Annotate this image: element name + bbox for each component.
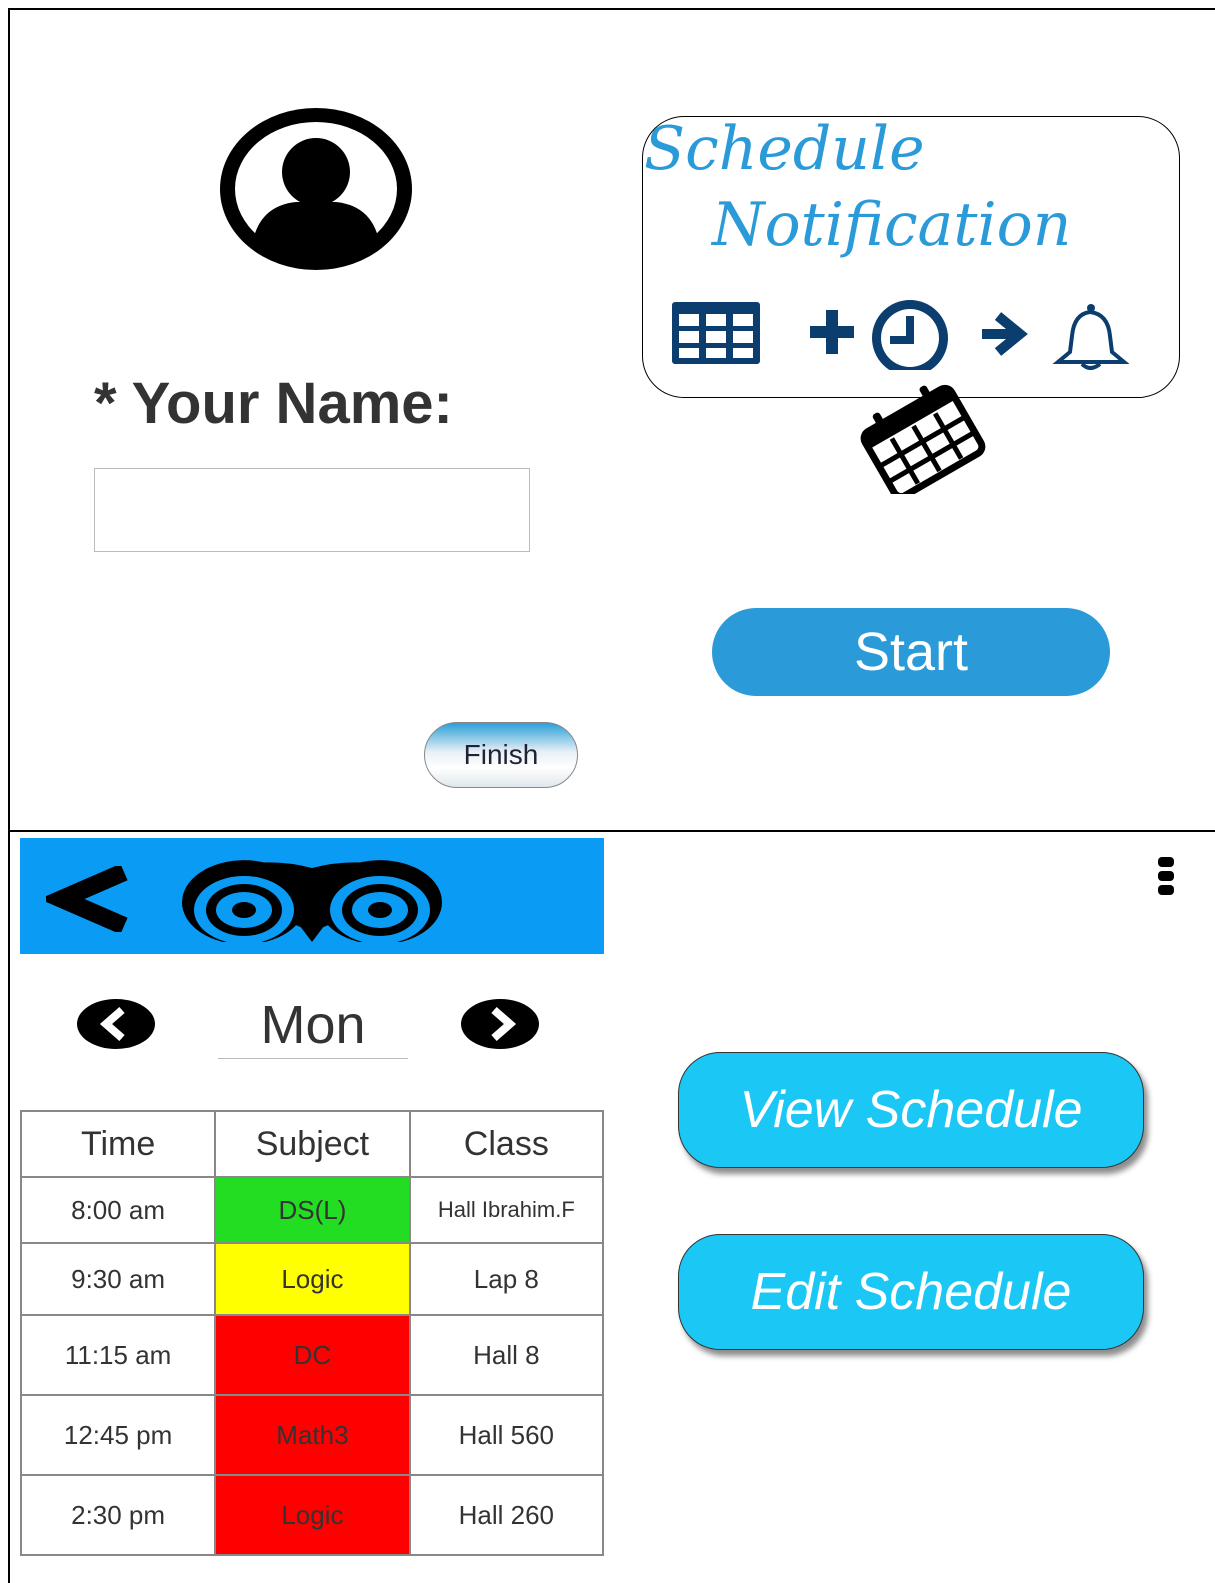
prev-day-icon[interactable] [76,998,156,1050]
user-avatar-icon [220,108,412,270]
welcome-screen: Schedule Notification Start [616,8,1215,832]
cell-class: Lap 8 [408,1242,605,1316]
your-name-label: * Your Name: [94,371,453,436]
table-header-row: Time Subject Class [19,1110,605,1178]
name-input[interactable] [94,468,530,552]
table-row: 8:00 am DS(L) Hall Ibrahim.F [19,1176,605,1244]
cell-subject: Logic [214,1474,411,1556]
cell-class: Hall 8 [408,1314,605,1396]
schedule-table: Time Subject Class 8:00 am DS(L) Hall Ibra… [19,1110,605,1556]
back-arrow-icon[interactable] [46,866,128,932]
clock-icon [872,300,948,370]
cell-class: Hall Ibrahim.F [408,1176,605,1244]
header-class: Class [408,1110,605,1178]
cell-time: 2:30 pm [19,1474,217,1556]
finish-button[interactable]: Finish [424,722,578,788]
cell-class: Hall 560 [408,1394,605,1476]
table-row: 9:30 am Logic Lap 8 [19,1242,605,1316]
table-row: 2:30 pm Logic Hall 260 [19,1474,605,1556]
name-entry-screen: * Your Name: Finish [8,8,618,832]
table-row: 11:15 am DC Hall 8 [19,1314,605,1396]
logo-title-line1: Schedule [644,114,925,184]
cell-subject: Math3 [214,1394,411,1476]
cell-time: 11:15 am [19,1314,217,1396]
cell-subject: DS(L) [214,1176,411,1244]
calendar-icon [860,384,986,494]
table-row: 12:45 pm Math3 Hall 560 [19,1394,605,1476]
more-options-icon[interactable] [1157,856,1175,896]
cell-class: Hall 260 [408,1474,605,1556]
schedule-screen: Mon Time Subject Class 8:00 am DS(L) Hall … [8,830,618,1583]
table-icon [672,302,760,364]
day-navigator: Mon [20,954,604,1114]
owl-logo-icon [182,860,442,942]
arrow-right-icon [982,312,1028,356]
logo-icon-row [672,300,1130,370]
plus-icon [810,310,854,354]
next-day-icon[interactable] [460,998,540,1050]
top-app-bar [20,838,604,954]
current-day-label: Mon [218,994,408,1059]
cell-subject: DC [214,1314,411,1396]
menu-screen: View Schedule Edit Schedule [616,830,1215,1583]
cell-time: 8:00 am [19,1176,217,1244]
header-subject: Subject [214,1110,411,1178]
cell-time: 12:45 pm [19,1394,217,1476]
header-time: Time [19,1110,217,1178]
logo-title-line2: Notification [712,190,1072,260]
start-button[interactable]: Start [712,608,1110,696]
cell-time: 9:30 am [19,1242,217,1316]
view-schedule-button[interactable]: View Schedule [678,1052,1144,1168]
bell-icon [1052,304,1130,370]
edit-schedule-button[interactable]: Edit Schedule [678,1234,1144,1350]
cell-subject: Logic [214,1242,411,1316]
